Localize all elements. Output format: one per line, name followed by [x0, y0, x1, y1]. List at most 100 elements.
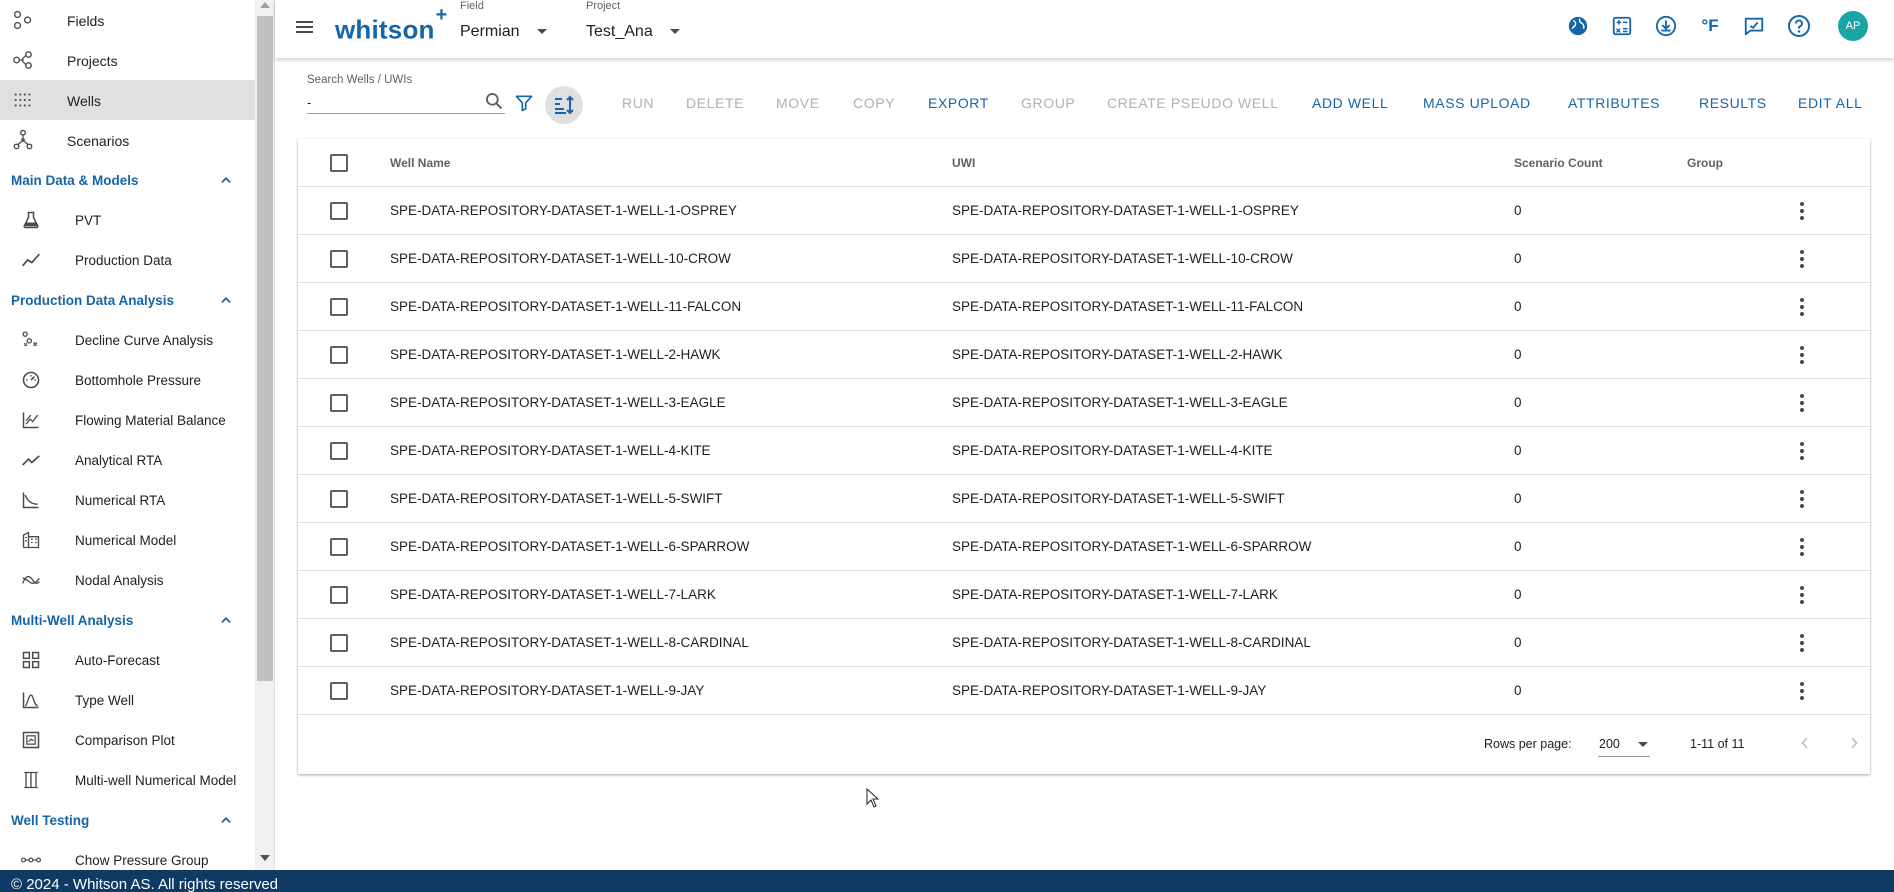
previous-page-button[interactable]	[1793, 731, 1817, 755]
mass-upload-button[interactable]: MASS UPLOAD	[1423, 95, 1531, 111]
more-vert-icon[interactable]	[1790, 343, 1814, 367]
sidebar-item-decline-curve-analysis[interactable]: Decline Curve Analysis	[0, 320, 255, 360]
scroll-down-arrow-icon[interactable]	[260, 855, 270, 861]
row-checkbox[interactable]	[330, 538, 348, 556]
edit-all-button[interactable]: EDIT ALL	[1798, 95, 1862, 111]
more-vert-icon[interactable]	[1790, 439, 1814, 463]
table-row[interactable]: SPE-DATA-REPOSITORY-DATASET-1-WELL-11-FA…	[298, 283, 1870, 331]
next-page-button[interactable]	[1842, 731, 1866, 755]
chevron-up-icon[interactable]	[216, 170, 236, 190]
chevron-up-icon[interactable]	[216, 810, 236, 830]
row-checkbox[interactable]	[330, 250, 348, 268]
well-name-cell: SPE-DATA-REPOSITORY-DATASET-1-WELL-5-SWI…	[390, 491, 723, 506]
attributes-button[interactable]: ATTRIBUTES	[1568, 95, 1660, 111]
sidebar-item-multi-well-numerical-model[interactable]: Multi-well Numerical Model	[0, 760, 255, 800]
row-checkbox[interactable]	[330, 394, 348, 412]
project-select[interactable]: Project Test_Ana	[586, 0, 696, 50]
section-multi-well-analysis[interactable]: Multi-Well Analysis	[0, 600, 255, 640]
row-checkbox[interactable]	[330, 298, 348, 316]
sidebar-item-auto-forecast[interactable]: Auto-Forecast	[0, 640, 255, 680]
more-vert-icon[interactable]	[1790, 199, 1814, 223]
filter-icon[interactable]	[514, 93, 536, 115]
results-button[interactable]: RESULTS	[1699, 95, 1767, 111]
rows-per-page-select[interactable]: 200	[1598, 731, 1650, 757]
more-vert-icon[interactable]	[1790, 679, 1814, 703]
search-icon[interactable]	[484, 91, 504, 111]
table-row[interactable]: SPE-DATA-REPOSITORY-DATASET-1-WELL-10-CR…	[298, 235, 1870, 283]
row-checkbox[interactable]	[330, 202, 348, 220]
sidebar-item-numerical-model[interactable]: Numerical Model	[0, 520, 255, 560]
sidebar-item-production-data[interactable]: Production Data	[0, 240, 255, 280]
row-checkbox[interactable]	[330, 586, 348, 604]
section-production-data-analysis[interactable]: Production Data Analysis	[0, 280, 255, 320]
create-pseudo-well-button[interactable]: CREATE PSEUDO WELL	[1107, 95, 1279, 111]
avatar[interactable]: AP	[1838, 11, 1868, 41]
table-row[interactable]: SPE-DATA-REPOSITORY-DATASET-1-WELL-7-LAR…	[298, 571, 1870, 619]
chevron-up-icon[interactable]	[216, 610, 236, 630]
sidebar-item-analytical-rta[interactable]: Analytical RTA	[0, 440, 255, 480]
select-all-checkbox[interactable]	[330, 154, 348, 172]
sidebar-item-bottomhole-pressure[interactable]: Bottomhole Pressure	[0, 360, 255, 400]
table-row[interactable]: SPE-DATA-REPOSITORY-DATASET-1-WELL-3-EAG…	[298, 379, 1870, 427]
export-button[interactable]: EXPORT	[928, 95, 989, 111]
whitson-logo[interactable]: whitson+	[335, 4, 448, 46]
feedback-icon[interactable]	[1741, 13, 1767, 39]
row-checkbox[interactable]	[330, 490, 348, 508]
sidebar-item-wells[interactable]: Wells	[0, 80, 255, 120]
sidebar-item-nodal-analysis[interactable]: Nodal Analysis	[0, 560, 255, 600]
sort-toggle-button[interactable]	[545, 86, 583, 124]
table-row[interactable]: SPE-DATA-REPOSITORY-DATASET-1-WELL-4-KIT…	[298, 427, 1870, 475]
more-vert-icon[interactable]	[1790, 295, 1814, 319]
calculator-icon[interactable]	[1609, 13, 1635, 39]
search-field[interactable]: Search Wells / UWIs	[307, 68, 507, 118]
table-row[interactable]: SPE-DATA-REPOSITORY-DATASET-1-WELL-1-OSP…	[298, 187, 1870, 235]
delete-button[interactable]: DELETE	[686, 95, 744, 111]
sidebar-item-pvt[interactable]: PVT	[0, 200, 255, 240]
col-scenario-count[interactable]: Scenario Count	[1514, 156, 1603, 170]
more-vert-icon[interactable]	[1790, 487, 1814, 511]
menu-icon[interactable]	[292, 14, 318, 40]
section-main-data-models[interactable]: Main Data & Models	[0, 160, 255, 200]
search-input[interactable]	[307, 92, 505, 114]
run-button[interactable]: RUN	[622, 95, 654, 111]
copy-button[interactable]: COPY	[853, 95, 895, 111]
group-button[interactable]: GROUP	[1021, 95, 1075, 111]
table-row[interactable]: SPE-DATA-REPOSITORY-DATASET-1-WELL-5-SWI…	[298, 475, 1870, 523]
sidebar-item-scenarios[interactable]: Scenarios	[0, 120, 255, 160]
sidebar-item-type-well[interactable]: Type Well	[0, 680, 255, 720]
fahrenheit-icon[interactable]: °F	[1697, 13, 1723, 39]
table-row[interactable]: SPE-DATA-REPOSITORY-DATASET-1-WELL-6-SPA…	[298, 523, 1870, 571]
row-checkbox[interactable]	[330, 346, 348, 364]
col-uwi[interactable]: UWI	[952, 156, 975, 170]
more-vert-icon[interactable]	[1790, 391, 1814, 415]
scroll-up-arrow-icon[interactable]	[260, 2, 270, 8]
more-vert-icon[interactable]	[1790, 535, 1814, 559]
sidebar-item-numerical-rta[interactable]: Numerical RTA	[0, 480, 255, 520]
row-checkbox[interactable]	[330, 682, 348, 700]
scrollbar-thumb[interactable]	[257, 16, 273, 681]
sidebar-item-flowing-material-balance[interactable]: Flowing Material Balance	[0, 400, 255, 440]
sidebar-item-projects[interactable]: Projects	[0, 40, 255, 80]
sidebar-item-comparison-plot[interactable]: Comparison Plot	[0, 720, 255, 760]
globe-icon[interactable]	[1565, 13, 1591, 39]
sidebar-scrollbar[interactable]	[255, 0, 274, 870]
sidebar-item-fields[interactable]: Fields	[0, 0, 255, 40]
row-checkbox[interactable]	[330, 442, 348, 460]
download-icon[interactable]	[1653, 13, 1679, 39]
row-checkbox[interactable]	[330, 634, 348, 652]
field-select[interactable]: Field Permian	[460, 0, 560, 50]
more-vert-icon[interactable]	[1790, 583, 1814, 607]
table-row[interactable]: SPE-DATA-REPOSITORY-DATASET-1-WELL-9-JAY…	[298, 667, 1870, 715]
section-well-testing[interactable]: Well Testing	[0, 800, 255, 840]
chevron-up-icon[interactable]	[216, 290, 236, 310]
table-row[interactable]: SPE-DATA-REPOSITORY-DATASET-1-WELL-2-HAW…	[298, 331, 1870, 379]
add-well-button[interactable]: ADD WELL	[1312, 95, 1388, 111]
help-icon[interactable]	[1786, 13, 1812, 39]
sidebar-item-chow-pressure-group[interactable]: Chow Pressure Group	[0, 840, 255, 870]
col-well-name[interactable]: Well Name	[390, 156, 450, 170]
move-button[interactable]: MOVE	[776, 95, 820, 111]
more-vert-icon[interactable]	[1790, 631, 1814, 655]
table-row[interactable]: SPE-DATA-REPOSITORY-DATASET-1-WELL-8-CAR…	[298, 619, 1870, 667]
col-group[interactable]: Group	[1687, 156, 1723, 170]
more-vert-icon[interactable]	[1790, 247, 1814, 271]
